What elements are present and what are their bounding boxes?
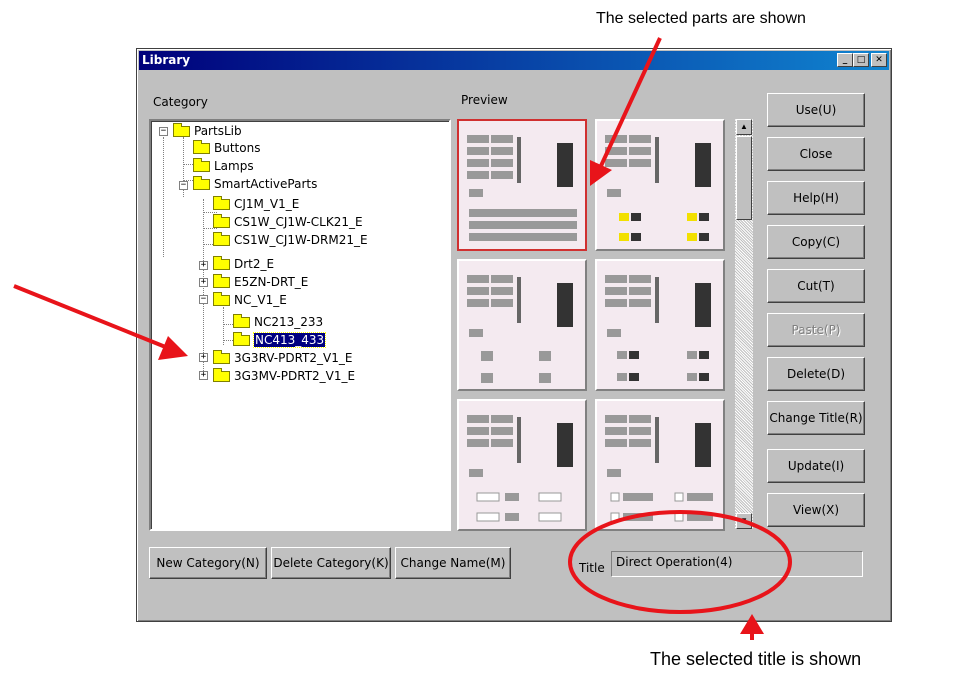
tree-line (163, 137, 164, 257)
tree-item-label: NC413_433 (252, 332, 327, 348)
folder-icon (213, 292, 230, 306)
folder-icon (213, 214, 230, 228)
preview-thumbnail[interactable] (595, 119, 725, 251)
tree-item-cs1w-drm21[interactable]: CS1W_CJ1W-DRM21_E (213, 232, 368, 248)
new-category-button[interactable]: New Category(N) (149, 547, 267, 579)
scroll-up-icon[interactable]: ▲ (736, 119, 752, 135)
category-tree[interactable]: − − + + − + + PartsLib Buttons Lamps Sma… (149, 119, 451, 531)
tree-item-label: PartsLib (194, 124, 242, 138)
title-bar: Library _ □ ✕ (139, 51, 889, 70)
preview-thumbnail[interactable] (595, 399, 725, 531)
copy-button[interactable]: Copy(C) (767, 225, 865, 259)
library-window: Library _ □ ✕ Category Preview − − + + −… (136, 48, 892, 622)
title-field: Direct Operation(4) (611, 551, 863, 577)
tree-item-e5zn[interactable]: E5ZN-DRT_E (213, 274, 308, 290)
tree-item-label: CS1W_CJ1W-DRM21_E (234, 233, 368, 247)
close-button[interactable]: Close (767, 137, 865, 171)
folder-icon (193, 176, 210, 190)
tree-item-label: CJ1M_V1_E (234, 197, 300, 211)
tree-item-label: SmartActiveParts (214, 177, 318, 191)
part-preview-icon (467, 135, 577, 241)
tree-item-label: E5ZN-DRT_E (234, 275, 309, 289)
tree-item-cs1w-clk21[interactable]: CS1W_CJ1W-CLK21_E (213, 214, 363, 230)
delete-button[interactable]: Delete(D) (767, 357, 865, 391)
view-button[interactable]: View(X) (767, 493, 865, 527)
part-preview-icon (467, 415, 573, 522)
tree-line (203, 199, 204, 377)
maximize-button[interactable]: □ (853, 53, 869, 67)
folder-icon (213, 256, 230, 270)
preview-thumbnail[interactable] (457, 399, 587, 531)
scroll-thumb[interactable] (736, 136, 752, 220)
tree-item-lamps[interactable]: Lamps (193, 158, 254, 174)
tree-item-smartactiveparts[interactable]: SmartActiveParts (193, 176, 317, 192)
tree-item-label: 3G3RV-PDRT2_V1_E (234, 351, 353, 365)
folder-icon (213, 350, 230, 364)
folder-icon (193, 158, 210, 172)
update-button[interactable]: Update(I) (767, 449, 865, 483)
preview-thumbnail[interactable] (457, 259, 587, 391)
tree-item-nc-v1[interactable]: NC_V1_E (213, 292, 287, 308)
preview-grid (455, 117, 761, 531)
tree-item-label: NC213_233 (254, 315, 324, 329)
tree-item-label: Lamps (214, 159, 254, 173)
expand-icon[interactable]: + (199, 371, 208, 380)
tree-item-label: CS1W_CJ1W-CLK21_E (234, 215, 363, 229)
part-preview-icon (605, 415, 713, 522)
part-preview-icon (605, 275, 711, 381)
cut-button[interactable]: Cut(T) (767, 269, 865, 303)
close-window-button[interactable]: ✕ (871, 53, 887, 67)
tree-item-3g3rv[interactable]: 3G3RV-PDRT2_V1_E (213, 350, 352, 366)
preview-scrollbar[interactable]: ▲ ▼ (735, 119, 753, 529)
tree-item-partslib[interactable]: PartsLib (173, 123, 242, 139)
tree-item-label: 3G3MV-PDRT2_V1_E (234, 369, 356, 383)
tree-item-drt2[interactable]: Drt2_E (213, 256, 274, 272)
tree-item-label: Buttons (214, 141, 261, 155)
part-preview-icon (467, 275, 573, 383)
preview-thumbnail[interactable] (595, 259, 725, 391)
use-button[interactable]: Use(U) (767, 93, 865, 127)
title-label: Title (579, 561, 605, 575)
folder-icon (213, 232, 230, 246)
folder-icon (213, 274, 230, 288)
collapse-icon[interactable]: − (199, 295, 208, 304)
bottom-caption: The selected title is shown (650, 649, 862, 669)
tree-item-cj1m[interactable]: CJ1M_V1_E (213, 196, 299, 212)
expand-icon[interactable]: + (199, 353, 208, 362)
expand-icon[interactable]: + (199, 261, 208, 270)
expand-icon[interactable]: + (199, 278, 208, 287)
preview-thumbnail[interactable] (457, 119, 587, 251)
folder-icon (193, 140, 210, 154)
folder-icon (173, 123, 190, 137)
change-name-button[interactable]: Change Name(M) (395, 547, 511, 579)
tree-line (203, 212, 217, 213)
delete-category-button[interactable]: Delete Category(K) (271, 547, 391, 579)
tree-item-nc213[interactable]: NC213_233 (233, 314, 323, 330)
preview-label: Preview (461, 93, 508, 107)
tree-item-label: Drt2_E (234, 257, 275, 271)
tree-item-nc413[interactable]: NC413_433 (233, 332, 327, 348)
top-caption: The selected parts are shown (596, 10, 806, 27)
folder-icon (213, 196, 230, 210)
scroll-down-icon[interactable]: ▼ (736, 513, 752, 529)
tree-item-buttons[interactable]: Buttons (193, 140, 260, 156)
change-title-button[interactable]: Change Title(R) (767, 401, 865, 435)
part-preview-icon (605, 135, 711, 241)
collapse-icon[interactable]: − (159, 127, 168, 136)
tree-item-3g3mv[interactable]: 3G3MV-PDRT2_V1_E (213, 368, 355, 384)
category-label: Category (153, 95, 208, 109)
help-button[interactable]: Help(H) (767, 181, 865, 215)
window-title: Library (142, 53, 191, 67)
minimize-button[interactable]: _ (837, 53, 853, 67)
paste-button[interactable]: Paste(P) (767, 313, 865, 347)
collapse-icon[interactable]: − (179, 181, 188, 190)
tree-item-label: NC_V1_E (234, 293, 287, 307)
folder-icon (213, 368, 230, 382)
folder-icon (233, 314, 250, 328)
folder-icon (233, 332, 250, 346)
